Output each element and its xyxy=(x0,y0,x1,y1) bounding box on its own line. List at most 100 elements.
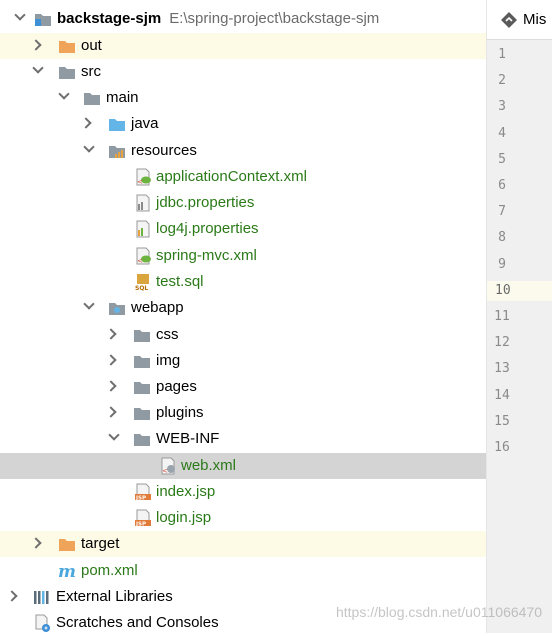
tree-label-jdbc-properties: jdbc.properties xyxy=(156,194,255,211)
tree-row-login-jsp[interactable]: JSP login.jsp xyxy=(0,505,486,531)
tree-label-plugins: plugins xyxy=(156,404,204,421)
tree-label-web-xml: web.xml xyxy=(181,457,237,474)
chevron-right-icon[interactable] xyxy=(30,537,42,549)
line-number: 5 xyxy=(498,151,506,167)
svg-text:<: < xyxy=(137,178,143,186)
tree-row-test-sql[interactable]: SQL test.sql xyxy=(0,269,486,295)
tree-row-src[interactable]: src xyxy=(0,59,486,85)
properties-file-icon xyxy=(136,194,150,212)
excluded-folder-icon xyxy=(59,539,75,551)
tree-row-java[interactable]: java xyxy=(0,111,486,137)
spring-xml-file-icon: < xyxy=(136,168,151,186)
tree-label-java: java xyxy=(131,115,159,132)
folder-icon xyxy=(59,67,75,79)
tree-label-applicationcontext: applicationContext.xml xyxy=(156,168,307,185)
tree-row-out[interactable]: out xyxy=(0,33,486,59)
excluded-folder-icon xyxy=(59,41,75,53)
chevron-right-icon[interactable] xyxy=(80,117,92,129)
tree-row-target[interactable]: target xyxy=(0,531,486,557)
tree-label-target: target xyxy=(81,535,120,552)
folder-icon xyxy=(84,93,100,105)
jsp-file-icon: JSP xyxy=(135,483,151,501)
line-number: 1 xyxy=(498,47,506,62)
source-folder-icon xyxy=(109,119,125,131)
tree-label-webapp: webapp xyxy=(131,299,184,316)
tree-label-pom-xml: pom.xml xyxy=(81,562,138,579)
sql-file-icon: SQL xyxy=(135,274,151,291)
tree-label-src: src xyxy=(81,63,101,80)
tree-label-pages: pages xyxy=(156,378,197,395)
chevron-right-icon[interactable] xyxy=(105,354,117,366)
root-label: backstage-sjm E:\spring-project\backstage… xyxy=(57,9,379,29)
tree-label-test-sql: test.sql xyxy=(156,273,204,290)
tree-row-resources[interactable]: resources xyxy=(0,138,486,164)
tree-row-web-inf[interactable]: WEB-INF xyxy=(0,426,486,452)
tree-row-pages[interactable]: pages xyxy=(0,374,486,400)
tree-row-main[interactable]: main xyxy=(0,85,486,111)
svg-text:SQL: SQL xyxy=(135,285,148,291)
chevron-down-icon[interactable] xyxy=(83,141,95,153)
web-folder-icon xyxy=(109,303,125,315)
tree-label-index-jsp: index.jsp xyxy=(156,483,216,500)
line-number: 14 xyxy=(494,387,510,403)
line-number: 4 xyxy=(498,125,506,141)
scratches-icon xyxy=(35,614,50,632)
tree-row-css[interactable]: css xyxy=(0,322,486,348)
root-path: E:\spring-project\backstage-sjm xyxy=(169,10,380,27)
chevron-down-icon[interactable] xyxy=(14,9,26,21)
tree-row-jdbc-properties[interactable]: jdbc.properties xyxy=(0,190,486,216)
tree-row-web-xml[interactable]: < web.xml xyxy=(0,453,486,479)
tree-row-root[interactable]: backstage-sjm E:\spring-project\backstage… xyxy=(0,6,486,32)
tree-label-web-inf: WEB-INF xyxy=(156,430,220,447)
tree-label-main: main xyxy=(106,89,139,106)
chevron-right-icon[interactable] xyxy=(105,380,117,392)
tree-row-plugins[interactable]: plugins xyxy=(0,400,486,426)
tree-row-applicationcontext[interactable]: < applicationContext.xml xyxy=(0,164,486,190)
line-number: 12 xyxy=(494,335,510,351)
chevron-right-icon[interactable] xyxy=(6,590,18,602)
folder-icon xyxy=(134,382,150,394)
spring-xml-file-icon: < xyxy=(136,247,151,265)
line-number: 13 xyxy=(494,361,510,377)
line-number: 10 xyxy=(487,280,552,301)
folder-icon xyxy=(134,434,150,446)
tree-row-webapp[interactable]: webapp xyxy=(0,295,486,321)
chevron-right-icon[interactable] xyxy=(30,39,42,51)
line-number: 15 xyxy=(494,413,510,429)
line-number: 7 xyxy=(498,204,506,220)
tree-row-spring-mvc[interactable]: < spring-mvc.xml xyxy=(0,243,486,269)
folder-icon xyxy=(134,408,150,420)
line-number: 16 xyxy=(494,440,510,455)
tree-label-spring-mvc: spring-mvc.xml xyxy=(156,247,257,264)
tree-label-resources: resources xyxy=(131,142,197,159)
line-number: 3 xyxy=(498,99,506,115)
jsp-file-icon: JSP xyxy=(135,509,151,527)
root-name: backstage-sjm xyxy=(57,10,162,27)
watermark: https://blog.csdn.net/u011066470 xyxy=(335,604,542,620)
tree-row-index-jsp[interactable]: JSP index.jsp xyxy=(0,479,486,505)
libraries-icon xyxy=(34,591,49,604)
editor-tab[interactable]: Mis xyxy=(487,0,552,40)
svg-text:<: < xyxy=(137,257,143,265)
chevron-down-icon[interactable] xyxy=(83,298,95,310)
editor-pane: Mis 1 2 3 4 5 6 7 8 9 10 11 12 13 14 15 16 xyxy=(487,0,552,633)
resources-folder-icon xyxy=(109,146,125,158)
folder-icon xyxy=(134,356,150,368)
tree-row-pom-xml[interactable]: m pom.xml xyxy=(0,558,486,584)
tree-row-log4j-properties[interactable]: log4j.properties xyxy=(0,216,486,242)
maven-icon: m xyxy=(58,562,76,580)
tree-label-login-jsp: login.jsp xyxy=(156,509,212,526)
project-tree[interactable]: backstage-sjm E:\spring-project\backstage… xyxy=(0,0,487,633)
chevron-right-icon[interactable] xyxy=(105,328,117,340)
chevron-down-icon[interactable] xyxy=(58,88,70,100)
tree-label-out: out xyxy=(81,37,102,54)
chevron-down-icon[interactable] xyxy=(32,62,44,74)
line-number: 9 xyxy=(498,256,506,272)
tree-row-img[interactable]: img xyxy=(0,348,486,374)
line-number: 6 xyxy=(498,178,506,193)
module-folder-icon xyxy=(35,14,51,26)
tree-label-img: img xyxy=(156,352,181,369)
chevron-down-icon[interactable] xyxy=(108,429,120,441)
line-number: 2 xyxy=(498,73,506,89)
chevron-right-icon[interactable] xyxy=(105,406,117,418)
